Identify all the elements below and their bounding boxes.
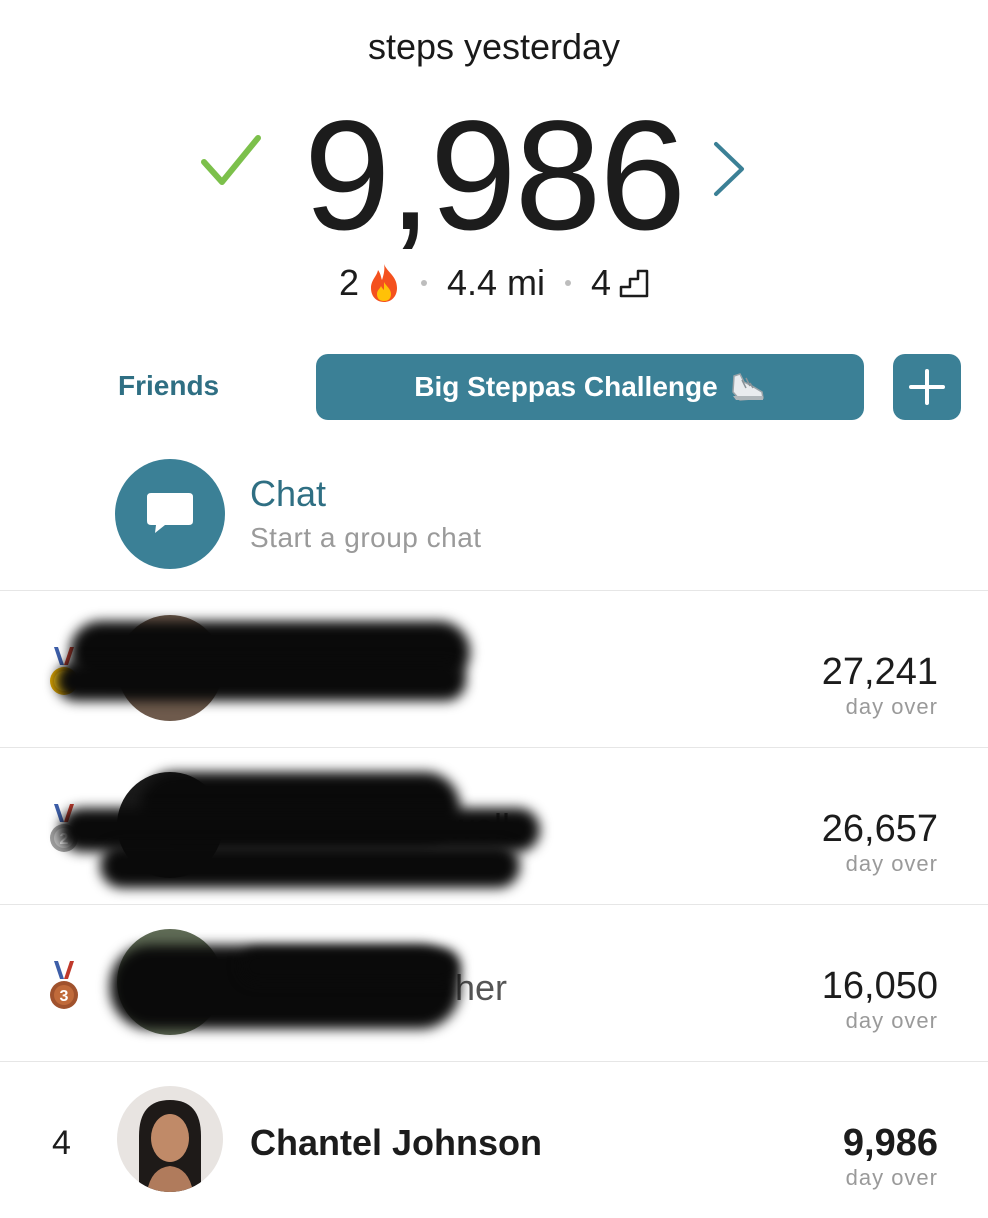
fire-icon	[370, 264, 397, 302]
row-status: day over	[845, 851, 938, 876]
sneaker-icon	[731, 373, 764, 401]
plus-icon	[909, 369, 945, 405]
row-steps: 9,986	[842, 1122, 938, 1164]
chat-bubble-icon	[147, 493, 193, 533]
streak-stat: 2	[339, 262, 401, 304]
avatar	[117, 1086, 223, 1192]
stats-row: 2 4.4 mi 4	[0, 262, 988, 304]
redaction	[100, 844, 520, 888]
chat-subtitle: Start a group chat	[250, 522, 482, 553]
chat-button[interactable]	[115, 459, 225, 569]
svg-text:3: 3	[60, 988, 69, 1005]
stairs-icon	[619, 269, 649, 298]
row-status: day over	[845, 694, 938, 719]
floors-value: 4	[591, 262, 612, 303]
streak-value: 2	[338, 262, 359, 303]
tab-friends[interactable]: Friends	[118, 370, 219, 402]
redaction	[240, 949, 460, 983]
leaderboard-row[interactable]: 2 well 26,657 day over	[0, 748, 988, 904]
floors-stat: 4	[591, 262, 649, 304]
add-challenge-button[interactable]	[893, 354, 961, 420]
bronze-medal-icon: 3	[50, 961, 78, 1009]
tab-challenge-label: Big Steppas Challenge	[414, 371, 718, 402]
tab-big-steppas-challenge[interactable]: Big Steppas Challenge	[316, 354, 864, 420]
row-name: her	[455, 967, 508, 1008]
separator-dot	[565, 280, 572, 286]
person-avatar-icon	[139, 1100, 201, 1192]
chat-title[interactable]: Chat	[250, 473, 326, 515]
redaction	[56, 661, 466, 701]
leaderboard-row[interactable]: 4 Chantel Johnson 9,986 day over	[0, 1062, 988, 1218]
row-status: day over	[845, 1165, 938, 1190]
separator-dot	[420, 280, 427, 286]
steps-count[interactable]: 9,986	[0, 86, 988, 266]
row-steps: 16,050	[821, 965, 938, 1007]
chevron-right-icon[interactable]	[708, 138, 750, 205]
row-rank: 4	[52, 1124, 71, 1162]
distance-stat: 4.4 mi	[446, 262, 546, 303]
row-steps: 27,241	[821, 651, 938, 693]
row-name: Chantel Johnson	[250, 1122, 543, 1163]
row-status: day over	[845, 1008, 938, 1033]
steps-label: steps yesterday	[367, 26, 621, 67]
leaderboard-row[interactable]: 3 her 16,050 day over	[0, 905, 988, 1061]
row-steps: 26,657	[821, 808, 938, 850]
leaderboard-row[interactable]: 27,241 day over	[0, 591, 988, 747]
